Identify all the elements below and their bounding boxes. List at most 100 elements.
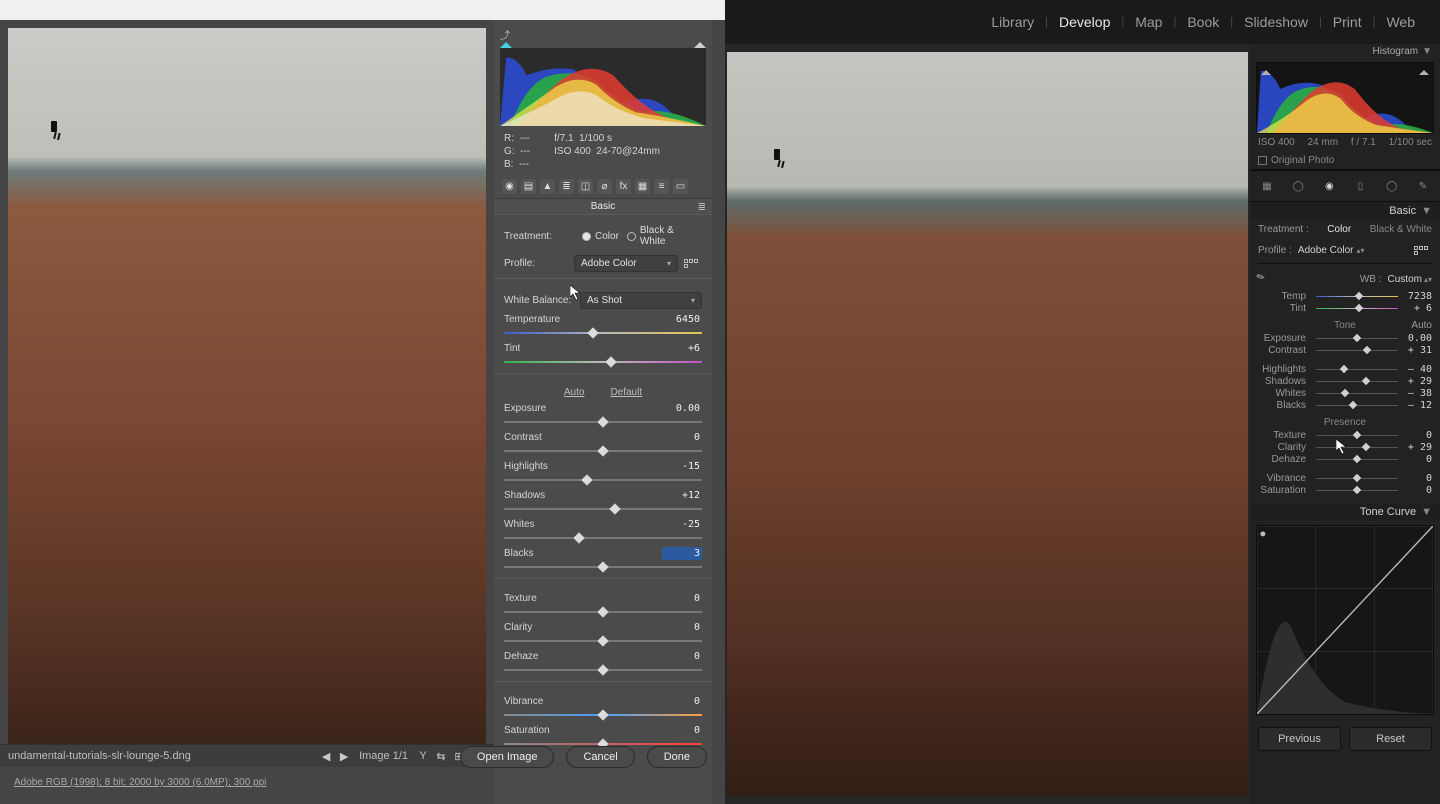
- acr-tint-slider[interactable]: [504, 357, 702, 367]
- lr-whites-value[interactable]: – 38: [1402, 388, 1432, 399]
- acr-prev-image-button[interactable]: ◀: [319, 749, 333, 763]
- lr-blacks-slider[interactable]: [1316, 402, 1398, 410]
- lr-whites-slider[interactable]: [1316, 390, 1398, 398]
- acr-exposure-value[interactable]: 0.00: [662, 402, 702, 415]
- lr-wb-picker-icon[interactable]: ✎: [1255, 269, 1273, 289]
- acr-contrast-value[interactable]: 0: [662, 431, 702, 444]
- lr-profile-browser-icon[interactable]: [1414, 243, 1432, 257]
- acr-temperature-value[interactable]: 6450: [662, 313, 702, 326]
- acr-temperature-slider[interactable]: [504, 328, 702, 338]
- acr-tab-detail-icon[interactable]: ▲: [540, 179, 555, 194]
- lr-tool-gradient-icon[interactable]: ▯: [1352, 177, 1370, 195]
- lr-tool-radial-icon[interactable]: ◯: [1383, 177, 1401, 195]
- acr-tab-basic-icon[interactable]: ◉: [502, 179, 517, 194]
- lr-highlights-slider[interactable]: [1316, 366, 1398, 374]
- lr-tone-auto-button[interactable]: Auto: [1411, 320, 1432, 331]
- acr-tint-value[interactable]: +6: [662, 342, 702, 355]
- acr-treatment-bw[interactable]: Black & White: [627, 225, 702, 247]
- acr-saturation-value[interactable]: 0: [662, 724, 702, 737]
- acr-wb-select[interactable]: As Shot▾: [580, 292, 702, 309]
- lr-vibrance-slider[interactable]: [1316, 475, 1398, 483]
- lr-basic-header[interactable]: Basic▼: [1250, 202, 1440, 220]
- acr-swap-icon[interactable]: ⇆: [434, 749, 448, 763]
- lr-texture-value[interactable]: 0: [1402, 430, 1432, 441]
- acr-auto-link[interactable]: Auto: [564, 387, 585, 398]
- acr-tab-curve-icon[interactable]: ▤: [521, 179, 536, 194]
- acr-profile-browser-icon[interactable]: [684, 257, 702, 271]
- lr-tint-value[interactable]: + 6: [1402, 303, 1432, 314]
- lr-module-slideshow[interactable]: Slideshow: [1233, 14, 1319, 30]
- acr-shadow-clip-icon[interactable]: [500, 36, 512, 48]
- lr-shadows-slider[interactable]: [1316, 378, 1398, 386]
- lr-original-photo-checkbox[interactable]: [1258, 156, 1267, 165]
- acr-highlights-value[interactable]: -15: [662, 460, 702, 473]
- acr-tab-split-icon[interactable]: ◫: [578, 179, 593, 194]
- lr-contrast-value[interactable]: + 31: [1402, 345, 1432, 356]
- lr-shadow-clip-icon[interactable]: [1261, 65, 1271, 75]
- acr-preview-image[interactable]: [8, 28, 486, 744]
- acr-workflow-link[interactable]: Adobe RGB (1998); 8 bit; 2000 by 3000 (6…: [0, 767, 494, 804]
- lr-highlights-value[interactable]: – 40: [1402, 364, 1432, 375]
- acr-shadows-value[interactable]: +12: [662, 489, 702, 502]
- acr-tab-fx-icon[interactable]: fx: [616, 179, 631, 194]
- acr-next-image-button[interactable]: ▶: [337, 749, 351, 763]
- lr-loupe-image[interactable]: [727, 52, 1248, 796]
- lr-tool-crop-icon[interactable]: ▦: [1258, 177, 1276, 195]
- lr-module-develop[interactable]: Develop: [1048, 14, 1121, 30]
- acr-vibrance-value[interactable]: 0: [662, 695, 702, 708]
- lr-histogram[interactable]: [1256, 62, 1434, 134]
- lr-vibrance-value[interactable]: 0: [1402, 473, 1432, 484]
- lr-module-print[interactable]: Print: [1322, 14, 1373, 30]
- lr-module-map[interactable]: Map: [1124, 14, 1173, 30]
- acr-contrast-slider[interactable]: [504, 446, 702, 456]
- lr-module-web[interactable]: Web: [1375, 14, 1426, 30]
- lr-dehaze-value[interactable]: 0: [1402, 454, 1432, 465]
- acr-blacks-value[interactable]: 3: [662, 547, 702, 560]
- lr-tool-redeye-icon[interactable]: ◉: [1320, 177, 1338, 195]
- lr-tint-slider[interactable]: [1316, 305, 1398, 313]
- lr-reset-button[interactable]: Reset: [1349, 727, 1432, 751]
- acr-whites-value[interactable]: -25: [662, 518, 702, 531]
- acr-tab-lens-icon[interactable]: ⌀: [597, 179, 612, 194]
- lr-clarity-value[interactable]: + 29: [1402, 442, 1432, 453]
- acr-shadows-slider[interactable]: [504, 504, 702, 514]
- acr-tab-hsl-icon[interactable]: ≣: [559, 179, 574, 194]
- lr-temp-slider[interactable]: [1316, 293, 1398, 301]
- acr-whites-slider[interactable]: [504, 533, 702, 543]
- acr-vibrance-slider[interactable]: [504, 710, 702, 720]
- acr-done-button[interactable]: Done: [647, 746, 707, 768]
- lr-profile-select[interactable]: Adobe Color▴▾: [1298, 245, 1365, 256]
- lr-exposure-slider[interactable]: [1316, 335, 1398, 343]
- lr-previous-button[interactable]: Previous: [1258, 727, 1341, 751]
- acr-exposure-slider[interactable]: [504, 417, 702, 427]
- lr-treatment-bw[interactable]: Black & White: [1370, 224, 1432, 235]
- lr-tool-spot-icon[interactable]: ◯: [1289, 177, 1307, 195]
- acr-cancel-button[interactable]: Cancel: [566, 746, 634, 768]
- acr-blacks-slider[interactable]: [504, 562, 702, 572]
- acr-texture-slider[interactable]: [504, 607, 702, 617]
- acr-clarity-slider[interactable]: [504, 636, 702, 646]
- lr-wb-select[interactable]: Custom▴▾: [1388, 274, 1432, 285]
- lr-temp-value[interactable]: 7238: [1402, 291, 1432, 302]
- lr-module-library[interactable]: Library: [980, 14, 1045, 30]
- acr-treatment-color[interactable]: Color: [582, 231, 619, 242]
- lr-highlight-clip-icon[interactable]: [1419, 65, 1429, 75]
- acr-texture-value[interactable]: 0: [662, 592, 702, 605]
- acr-default-link[interactable]: Default: [610, 387, 642, 398]
- lr-tonecurve-header[interactable]: Tone Curve▼: [1250, 503, 1440, 521]
- lr-saturation-slider[interactable]: [1316, 487, 1398, 495]
- acr-highlights-slider[interactable]: [504, 475, 702, 485]
- lr-histogram-header[interactable]: Histogram▼: [1250, 44, 1440, 59]
- acr-clarity-value[interactable]: 0: [662, 621, 702, 634]
- lr-dehaze-slider[interactable]: [1316, 456, 1398, 464]
- acr-histogram[interactable]: [500, 48, 706, 126]
- lr-texture-slider[interactable]: [1316, 432, 1398, 440]
- acr-tab-calib-icon[interactable]: ▦: [635, 179, 650, 194]
- lr-contrast-slider[interactable]: [1316, 347, 1398, 355]
- acr-before-after-icon[interactable]: Y: [416, 749, 430, 763]
- lr-exposure-value[interactable]: 0.00: [1402, 333, 1432, 344]
- acr-tab-presets-icon[interactable]: ≡: [654, 179, 669, 194]
- lr-tonecurve-graph[interactable]: [1256, 525, 1434, 715]
- lr-module-book[interactable]: Book: [1176, 14, 1230, 30]
- acr-tab-snapshots-icon[interactable]: ▭: [673, 179, 688, 194]
